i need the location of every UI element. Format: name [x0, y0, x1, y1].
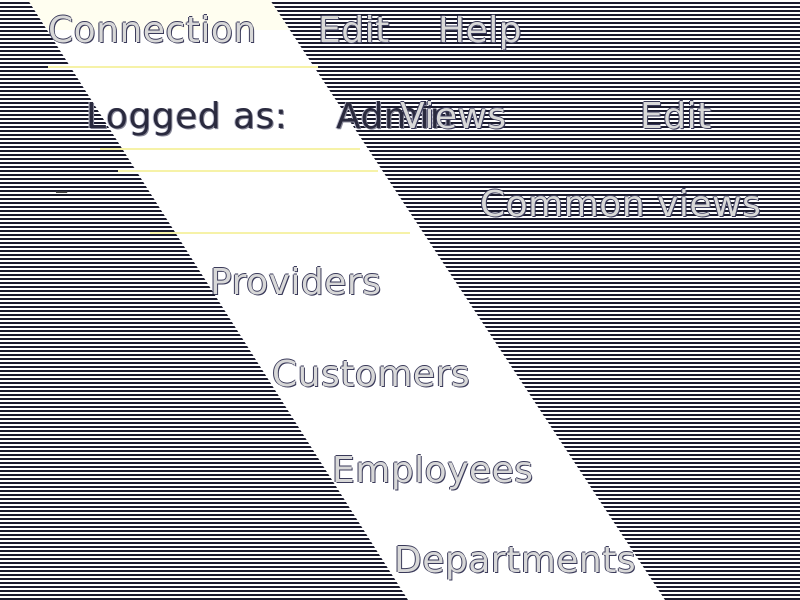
diagonal-highlight-band [0, 0, 800, 600]
menubar-separator [48, 66, 318, 68]
tree-collapse-icon[interactable]: − [54, 184, 69, 202]
tree-group-common-views[interactable]: Common views [480, 184, 761, 225]
tree-item-departments[interactable]: Departments [394, 540, 636, 581]
tree-separator [150, 232, 410, 234]
menu-connection[interactable]: Connection [48, 10, 257, 51]
tree-item-employees[interactable]: Employees [332, 450, 534, 491]
toolbar-views-button[interactable]: Views [400, 96, 507, 137]
menu-edit[interactable]: Edit [318, 10, 390, 51]
menu-help[interactable]: Help [438, 10, 522, 51]
tree-item-providers[interactable]: Providers [210, 262, 381, 303]
logged-as-label: Logged as: [86, 96, 288, 137]
toolbar-separator-top [100, 148, 360, 150]
toolbar-edit-button[interactable]: Edit [640, 96, 712, 137]
toolbar-separator-bottom [118, 170, 378, 172]
tree-item-customers[interactable]: Customers [272, 354, 470, 395]
